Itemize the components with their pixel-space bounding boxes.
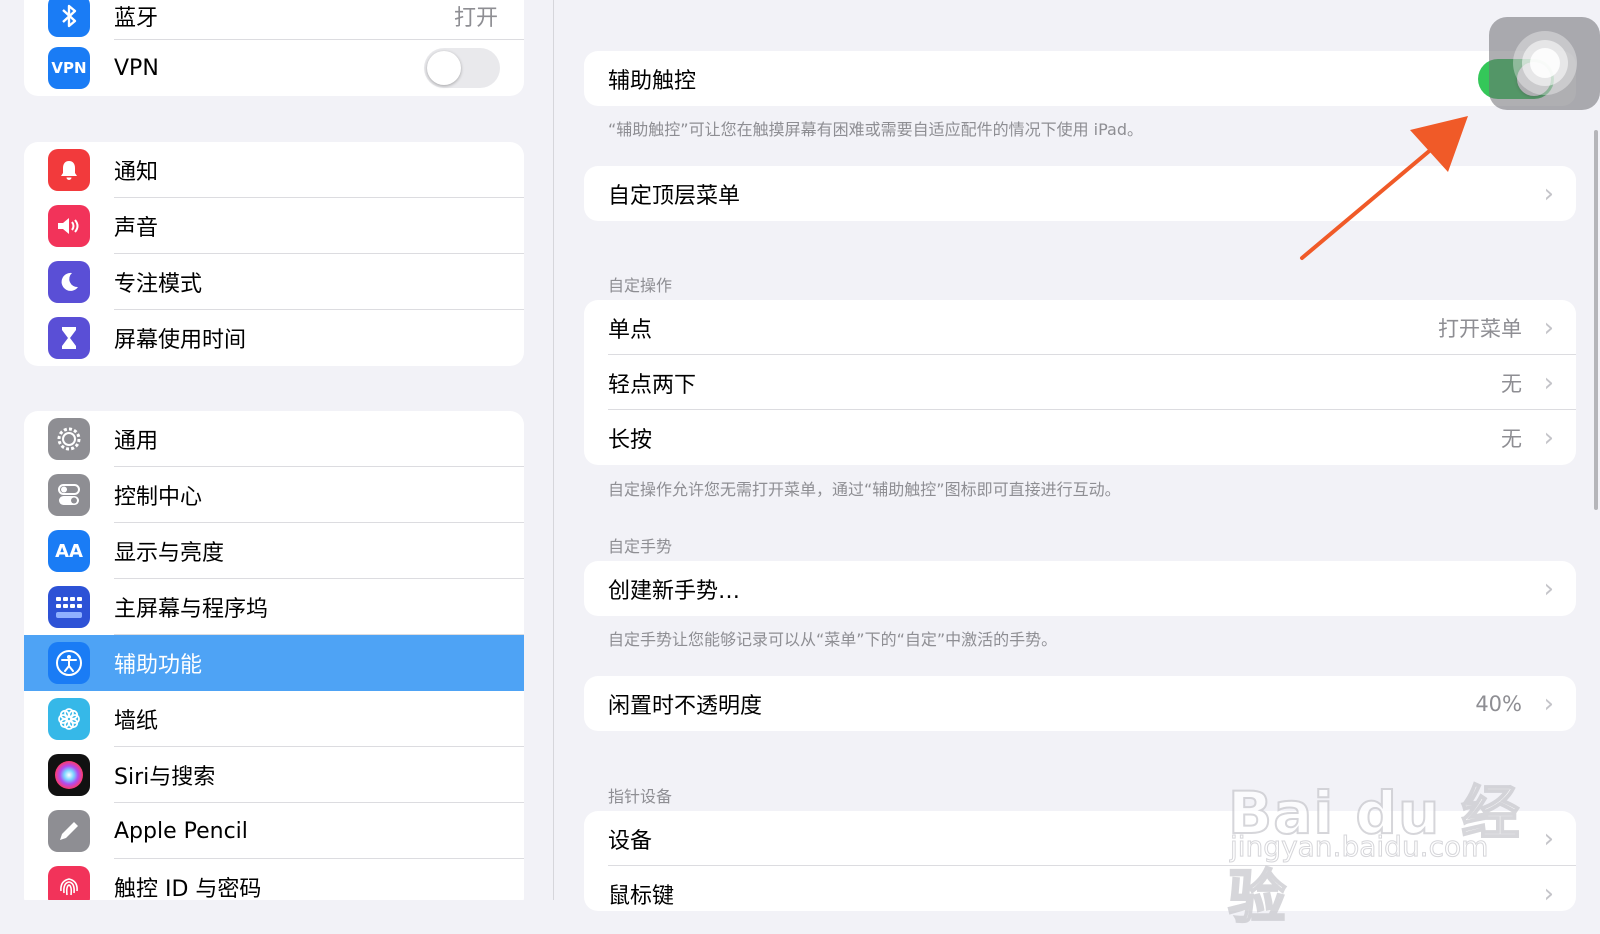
sidebar-item-label: 通知 — [114, 160, 159, 185]
sidebar-item-wallpaper[interactable]: 墙纸 — [24, 691, 524, 747]
sidebar-item-siri[interactable]: Siri与搜索 — [24, 747, 524, 803]
sidebar-item-notifications[interactable]: 通知 — [24, 142, 524, 198]
assistive-touch-note: “辅助触控”可让您在触摸屏幕有困难或需要自适应配件的情况下使用 iPad。 — [608, 120, 1144, 139]
vpn-icon: VPN — [48, 47, 90, 89]
home-grid-icon — [48, 586, 90, 628]
row-label: 自定顶层菜单 — [608, 183, 741, 209]
devices-row[interactable]: 设备 › — [584, 811, 1576, 866]
pointer-devices-card: 设备 › 鼠标键 › — [584, 811, 1576, 911]
sidebar-item-label: 专注模式 — [114, 272, 203, 297]
fingerprint-icon — [48, 866, 90, 900]
assistive-touch-card: 辅助触控 — [584, 51, 1576, 106]
row-value: 40% — [1475, 691, 1522, 716]
vpn-toggle[interactable] — [424, 48, 500, 88]
moon-icon — [48, 261, 90, 303]
row-label: 设备 — [608, 828, 653, 854]
single-tap-row[interactable]: 单点 打开菜单 › — [584, 300, 1576, 355]
custom-gestures-card: 创建新手势… › — [584, 561, 1576, 616]
speaker-icon — [48, 205, 90, 247]
row-label: 长按 — [608, 427, 653, 453]
idle-opacity-row[interactable]: 闲置时不透明度 40% › — [584, 676, 1576, 731]
bluetooth-icon — [48, 0, 90, 37]
chevron-right-icon: › — [1543, 823, 1554, 854]
create-gesture-row[interactable]: 创建新手势… › — [584, 561, 1576, 616]
sidebar-item-screen-time[interactable]: 屏幕使用时间 — [24, 310, 524, 366]
row-value: 打开菜单 — [1438, 316, 1522, 341]
annotation-arrow — [1300, 116, 1468, 260]
sidebar-item-label: 墙纸 — [114, 709, 159, 734]
sidebar-item-label: Siri与搜索 — [114, 765, 216, 790]
row-label: 轻点两下 — [608, 372, 697, 398]
row-label: 创建新手势… — [608, 578, 741, 604]
accessibility-icon — [48, 642, 90, 684]
chevron-right-icon: › — [1543, 422, 1554, 453]
chevron-right-icon: › — [1543, 573, 1554, 604]
row-value: 无 — [1501, 371, 1522, 396]
sidebar-item-apple-pencil[interactable]: Apple Pencil — [24, 803, 524, 859]
hourglass-icon — [48, 317, 90, 359]
sidebar-item-label: 控制中心 — [114, 485, 203, 510]
custom-gestures-note: 自定手势让您能够记录可以从“菜单”下的“自定”中激活的手势。 — [608, 630, 1058, 649]
toggle-knob — [427, 51, 461, 85]
chevron-right-icon: › — [1543, 312, 1554, 343]
assistive-touch-ring — [1530, 48, 1560, 78]
section-header: 自定操作 — [608, 276, 673, 295]
long-press-row[interactable]: 长按 无 › — [584, 410, 1576, 465]
row-value: 无 — [1501, 426, 1522, 451]
sidebar-item-bluetooth[interactable]: 蓝牙 打开 — [24, 0, 524, 40]
chevron-right-icon: › — [1543, 878, 1554, 909]
chevron-right-icon: › — [1543, 367, 1554, 398]
row-label: 闲置时不透明度 — [608, 693, 763, 719]
sidebar-group-connectivity: 蓝牙 打开 VPN VPN — [24, 0, 524, 96]
idle-opacity-card: 闲置时不透明度 40% › — [584, 676, 1576, 731]
sidebar-item-label: 显示与亮度 — [114, 541, 225, 566]
scrollbar[interactable] — [1594, 130, 1598, 510]
sidebar-item-home-screen[interactable]: 主屏幕与程序坞 — [24, 579, 524, 635]
sidebar-item-label: Apple Pencil — [114, 818, 248, 844]
gear-icon — [48, 418, 90, 460]
sidebar-item-label: 屏幕使用时间 — [114, 328, 247, 353]
sidebar-item-general[interactable]: 通用 — [24, 411, 524, 467]
sidebar-item-label: 通用 — [114, 429, 159, 454]
settings-sidebar: 蓝牙 打开 VPN VPN 通知 声音 专注模式 屏幕使用时间 通用 控制中心 … — [0, 0, 554, 900]
sidebar-item-display[interactable]: AA 显示与亮度 — [24, 523, 524, 579]
sidebar-item-control-center[interactable]: 控制中心 — [24, 467, 524, 523]
row-label: 单点 — [608, 317, 653, 343]
siri-icon — [48, 754, 90, 796]
sidebar-item-accessibility[interactable]: 辅助功能 — [24, 635, 524, 691]
flower-icon — [48, 698, 90, 740]
chevron-right-icon: › — [1543, 178, 1554, 209]
sidebar-group-general: 通用 控制中心 AA 显示与亮度 主屏幕与程序坞 辅助功能 墙纸 Siri与搜索… — [24, 411, 524, 900]
sidebar-item-vpn[interactable]: VPN VPN — [24, 40, 524, 96]
sidebar-item-label: 蓝牙 — [114, 6, 159, 31]
section-header: 指针设备 — [608, 787, 673, 806]
double-tap-row[interactable]: 轻点两下 无 › — [584, 355, 1576, 410]
row-label: 辅助触控 — [608, 68, 697, 94]
text-size-icon: AA — [48, 530, 90, 572]
mouse-keys-row[interactable]: 鼠标键 › — [584, 866, 1576, 911]
assistive-touch-row[interactable]: 辅助触控 — [584, 51, 1576, 106]
sidebar-group-notifications: 通知 声音 专注模式 屏幕使用时间 — [24, 142, 524, 366]
row-label: 鼠标键 — [608, 883, 675, 909]
pencil-icon — [48, 810, 90, 852]
section-header: 自定手势 — [608, 537, 673, 556]
custom-actions-note: 自定操作允许您无需打开菜单，通过“辅助触控”图标即可直接进行互动。 — [608, 480, 1121, 499]
custom-actions-card: 单点 打开菜单 › 轻点两下 无 › 长按 无 › — [584, 300, 1576, 465]
switches-icon — [48, 474, 90, 516]
sidebar-item-sounds[interactable]: 声音 — [24, 198, 524, 254]
sidebar-item-label: 主屏幕与程序坞 — [114, 597, 269, 622]
sidebar-item-touch-id[interactable]: 触控 ID 与密码 — [24, 859, 524, 900]
sidebar-item-label: 声音 — [114, 216, 159, 241]
sidebar-item-label: 辅助功能 — [114, 653, 203, 678]
sidebar-item-label: 触控 ID 与密码 — [114, 877, 262, 900]
bell-icon — [48, 149, 90, 191]
sidebar-item-focus[interactable]: 专注模式 — [24, 254, 524, 310]
assistive-touch-floating-button[interactable] — [1489, 17, 1600, 110]
bluetooth-status: 打开 — [453, 6, 498, 31]
sidebar-item-label: VPN — [114, 55, 159, 81]
chevron-right-icon: › — [1543, 688, 1554, 719]
